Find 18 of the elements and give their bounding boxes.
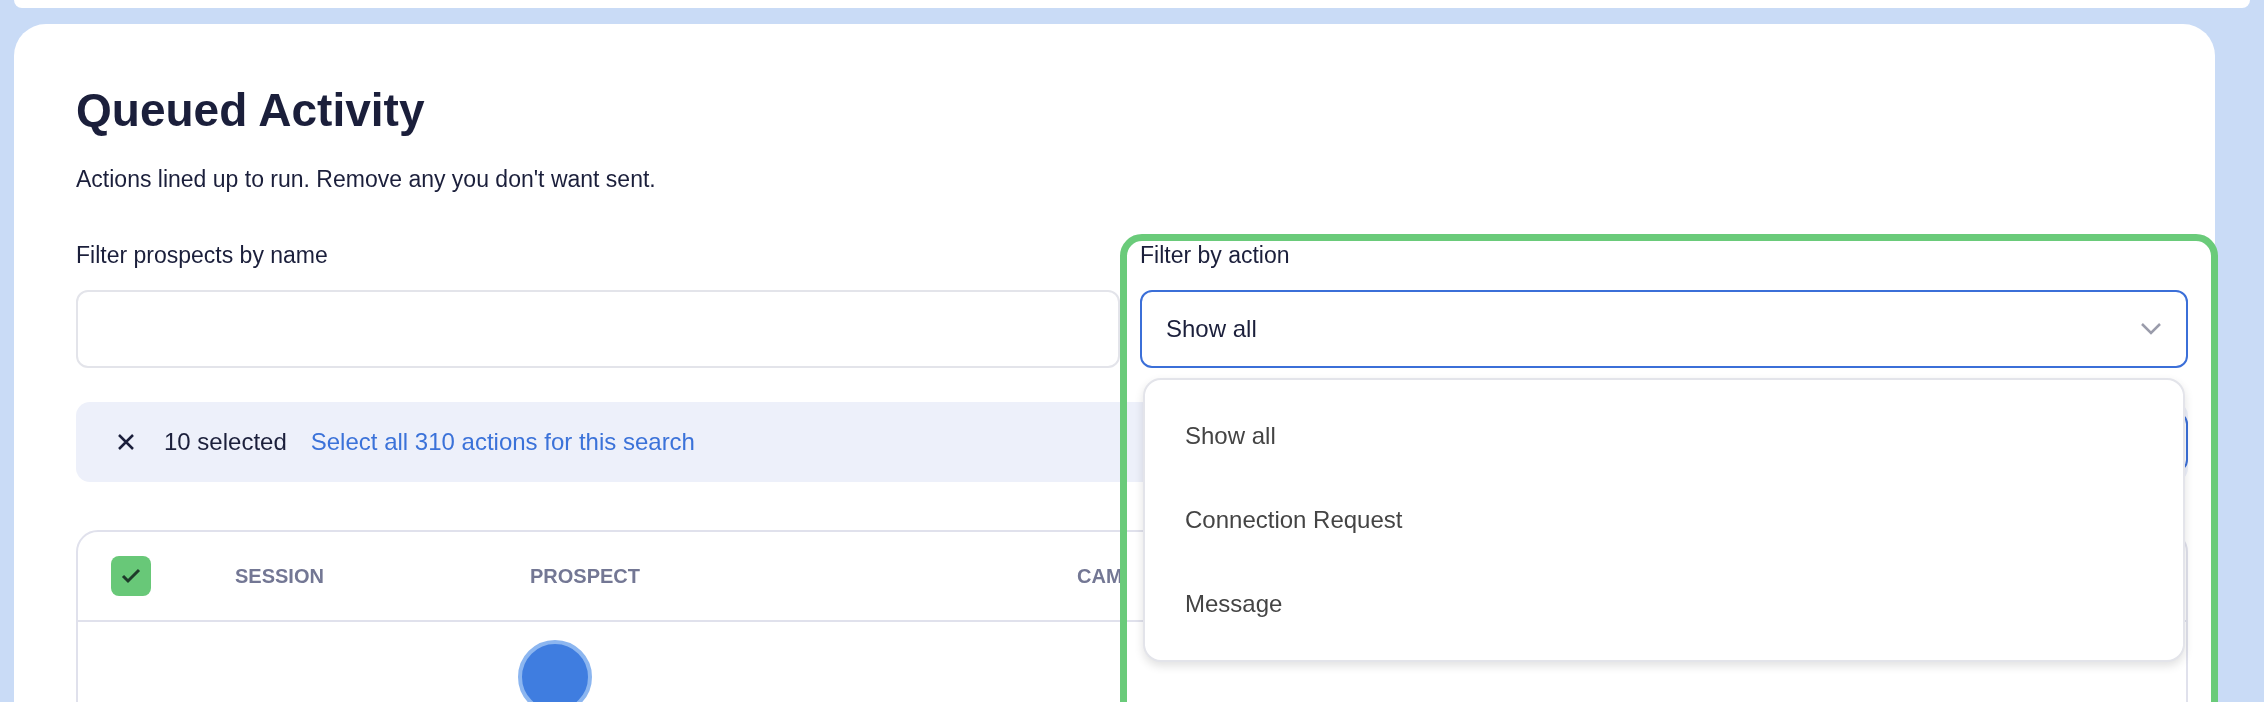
field-label: Filter by action <box>1140 241 1290 270</box>
close-icon[interactable] <box>116 432 136 452</box>
dropdown-option[interactable]: Message <box>1145 562 2183 646</box>
check-icon <box>121 568 141 584</box>
selected-count: 10 selected <box>164 427 287 457</box>
page-subtitle: Actions lined up to run. Remove any you don't want sent. <box>76 165 656 194</box>
dropdown-option[interactable]: Show all <box>1145 394 2183 478</box>
dropdown-option[interactable]: Connection Request <box>1145 478 2183 562</box>
column-header: CAM <box>1077 564 1123 589</box>
column-header: SESSION <box>235 564 325 589</box>
name-filter-field[interactable] <box>76 290 1120 368</box>
select-all-checkbox[interactable] <box>111 556 151 596</box>
chevron-down-icon <box>2140 322 2162 336</box>
select-all-link[interactable]: Select all 310 actions for this search <box>310 424 695 460</box>
column-header: PROSPECT <box>530 564 642 589</box>
field-label: Filter prospects by name <box>76 241 328 270</box>
page-title: Queued Activity <box>76 83 425 138</box>
action-filter-select[interactable]: Show all <box>1140 290 2188 368</box>
